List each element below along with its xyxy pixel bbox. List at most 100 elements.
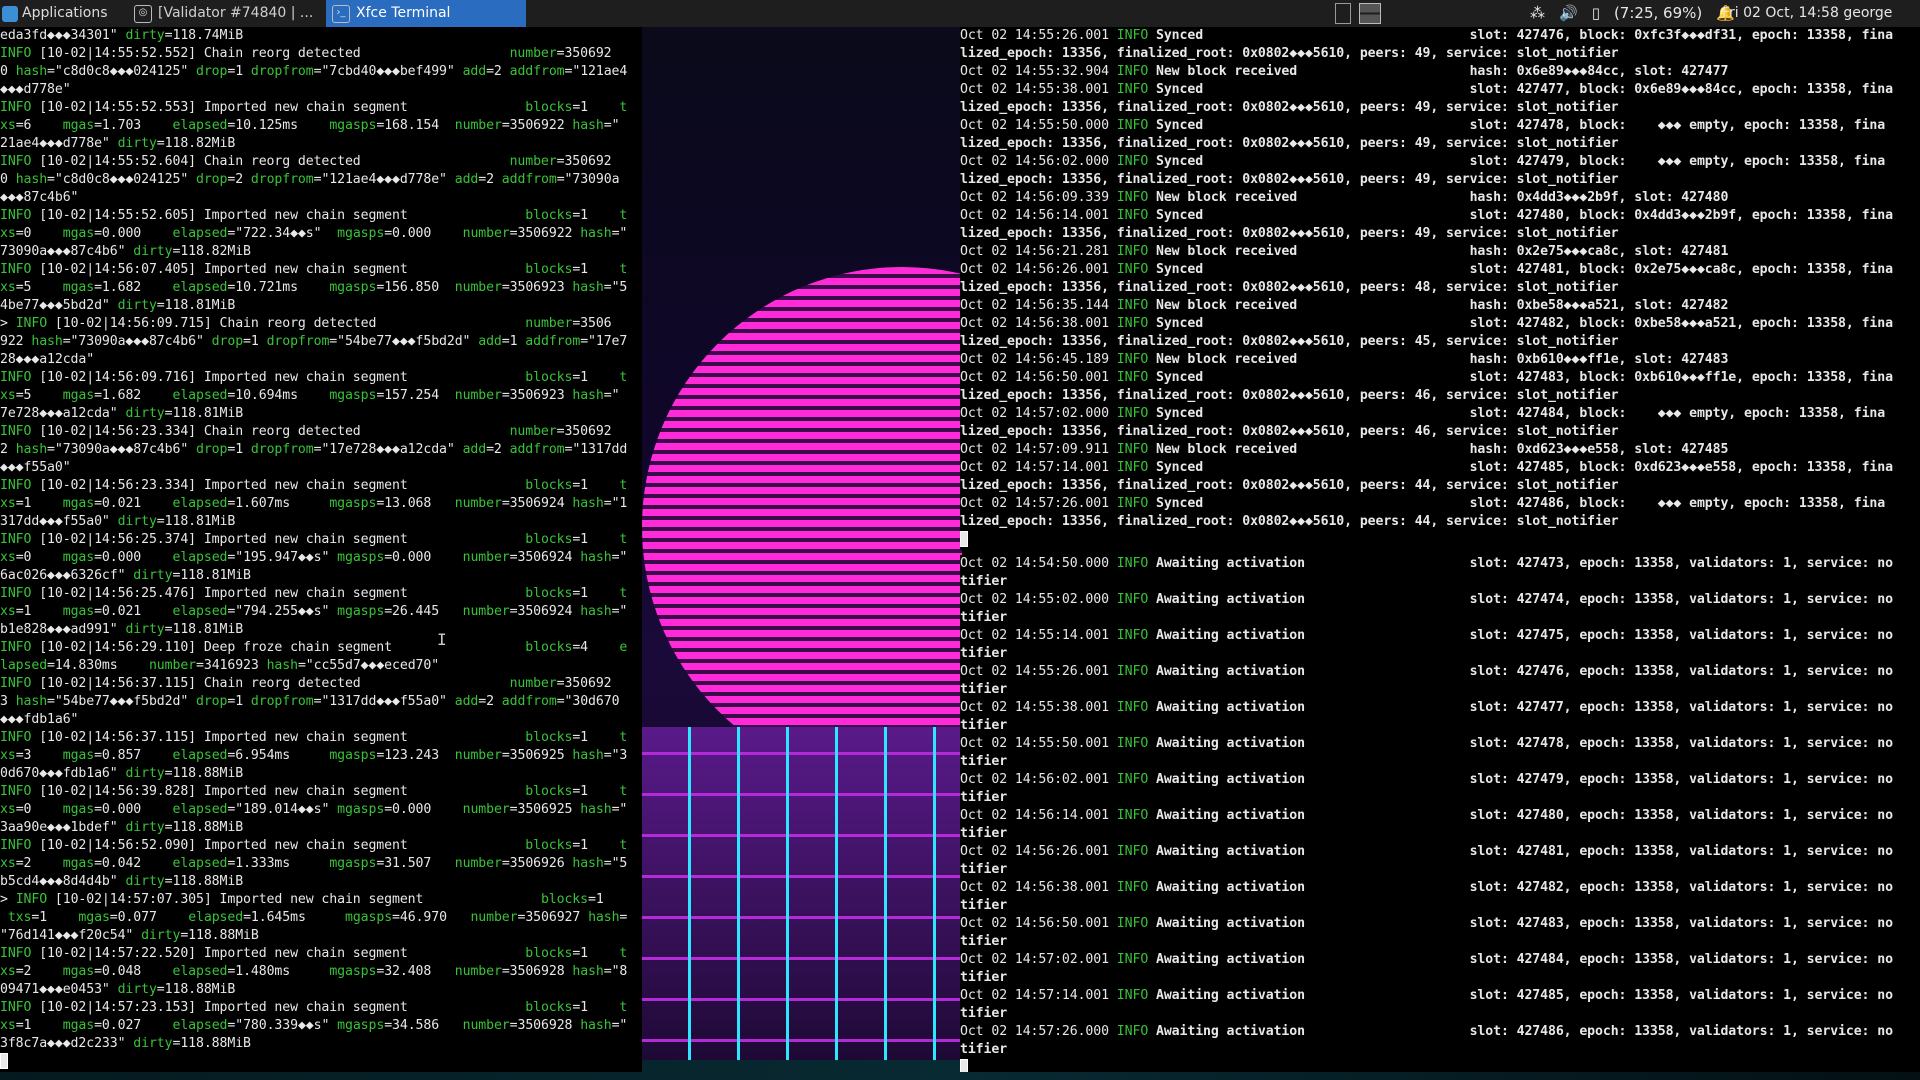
log-line: Oct 02 14:57:14.001 INFO Awaiting activa… — [960, 987, 1920, 1005]
log-line: Oct 02 14:57:02.000 INFO Synced slot: 42… — [960, 405, 1920, 423]
log-text: blocks — [525, 478, 573, 493]
log-text: number — [454, 118, 502, 133]
log-text: slot: 427476, epoch: 13358, validators: … — [1304, 664, 1893, 679]
log-text: 73090a◆◆◆87c4b6" — [0, 244, 134, 259]
log-text: Synced — [1156, 154, 1204, 169]
log-text: =2 — [227, 172, 251, 187]
log-text: drop — [196, 64, 228, 79]
log-text: ="17e728◆◆◆a12cda" — [313, 442, 463, 457]
prompt-line[interactable] — [960, 531, 1920, 549]
log-text: dropfrom — [250, 442, 314, 457]
log-text: number — [462, 802, 510, 817]
applications-menu[interactable]: Applications — [2, 0, 108, 27]
volume-icon[interactable]: 🔊 — [1559, 0, 1578, 27]
log-text: Oct 02 14:56:50.001 — [960, 916, 1117, 931]
log-line: 922 hash="73090a◆◆◆87c4b6" drop=1 dropfr… — [0, 333, 642, 351]
log-line: tifier — [960, 1005, 1920, 1023]
taskbar-item-terminal[interactable]: ›_ Xfce Terminal — [326, 0, 526, 27]
log-text: slot: 427477, epoch: 13358, validators: … — [1304, 700, 1893, 715]
battery-icon[interactable]: ▯ — [1592, 0, 1600, 27]
log-text: ="722.34◆◆s" — [227, 226, 338, 241]
log-text: =156.850 — [376, 280, 455, 295]
log-text: =118.81MiB — [172, 568, 251, 583]
taskbar-item-validator[interactable]: ◎ [Validator #74840 | ... — [128, 0, 324, 27]
log-text: hash — [580, 550, 612, 565]
log-text: INFO — [1116, 1024, 1156, 1039]
log-text: addfrom — [509, 64, 565, 79]
workspace-1[interactable] — [1335, 3, 1351, 24]
log-text: =1 — [227, 64, 251, 79]
terminal-pane-beacon[interactable]: Oct 02 14:55:26.001 INFO Synced slot: 42… — [960, 27, 1920, 550]
log-text: INFO — [0, 784, 40, 799]
user-name[interactable]: george — [1843, 5, 1892, 21]
prompt-line[interactable] — [0, 1053, 642, 1071]
log-text: hash: 0x4dd3◆◆◆2b9f, slot: 427480 — [1297, 190, 1729, 205]
log-line: tifier — [960, 825, 1920, 843]
log-text: dirty — [117, 982, 157, 997]
log-text: 4be77◆◆◆5bd2d" — [0, 298, 118, 313]
log-line: INFO [10-02|14:56:25.476] Imported new c… — [0, 585, 642, 603]
log-text: t — [619, 586, 628, 601]
clock[interactable]: Fri 02 Oct, 14:58 george — [1722, 0, 1892, 27]
log-text: New block received — [1156, 442, 1298, 457]
log-text: INFO — [1116, 460, 1156, 475]
log-text: =1 — [572, 208, 620, 223]
log-line: 317dd◆◆◆f55a0" dirty=118.81MiB — [0, 513, 642, 531]
terminal-pane-geth[interactable]: eda3fd◆◆◆34301" dirty=118.74MiB INFO [10-… — [0, 27, 642, 1072]
log-text: INFO — [0, 424, 40, 439]
log-text: dirty — [125, 766, 165, 781]
log-text: =6 — [15, 118, 63, 133]
log-text: add — [478, 334, 502, 349]
log-text: t — [619, 208, 628, 223]
log-text: [10-02|14:57:23.153] Imported new chain … — [39, 1000, 526, 1015]
log-text: Awaiting activation — [1156, 664, 1305, 679]
network-icon[interactable]: ⁂ — [1530, 0, 1545, 27]
log-line: INFO [10-02|14:55:52.552] Chain reorg de… — [0, 45, 642, 63]
log-text: Synced — [1156, 262, 1204, 277]
log-line: 0 hash="c8d0c8◆◆◆024125" drop=1 dropfrom… — [0, 63, 642, 81]
log-text: INFO — [1116, 82, 1156, 97]
log-text: 317dd◆◆◆f55a0" — [0, 514, 118, 529]
synthwave-sun — [642, 267, 962, 787]
log-line: Oct 02 14:56:50.001 INFO Awaiting activa… — [960, 915, 1920, 933]
log-line: lized_epoch: 13356, finalized_root: 0x08… — [960, 99, 1920, 117]
log-line: 3f8c7a◆◆◆d2c233" dirty=118.88MiB — [0, 1035, 642, 1053]
log-text: [10-02|14:55:52.605] Imported new chain … — [39, 208, 526, 223]
log-text: slot: 427485, block: 0xd623◆◆◆e558, epoc… — [1203, 460, 1893, 475]
log-line: INFO [10-02|14:56:07.405] Imported new c… — [0, 261, 642, 279]
log-text: =1 — [31, 910, 79, 925]
log-text: =0.042 — [94, 856, 173, 871]
log-text: mgas — [62, 964, 95, 979]
log-text: INFO — [1116, 496, 1156, 511]
log-text: Oct 02 14:56:38.001 — [960, 316, 1117, 331]
log-line: Oct 02 14:54:50.000 INFO Awaiting activa… — [960, 555, 1920, 573]
log-text: [10-02|14:56:23.334] Chain reorg detecte… — [39, 424, 510, 439]
log-line: Oct 02 14:55:50.001 INFO Awaiting activa… — [960, 735, 1920, 753]
log-text: t — [619, 1000, 628, 1015]
log-text: tifier — [960, 574, 1008, 589]
log-text: mgas — [62, 550, 95, 565]
log-text: =3506924 — [509, 550, 581, 565]
log-text: INFO — [0, 262, 40, 277]
log-text: mgasps — [337, 550, 385, 565]
log-text: tifier — [960, 610, 1008, 625]
log-text: INFO — [1116, 190, 1156, 205]
log-text: > — [0, 316, 16, 331]
log-text: blocks — [525, 262, 573, 277]
log-text: =1.607ms — [227, 496, 330, 511]
log-text: blocks — [525, 640, 573, 655]
log-text: mgasps — [329, 496, 377, 511]
log-line: xs=5 mgas=1.682 elapsed=10.721ms mgasps=… — [0, 279, 642, 297]
log-text: dirty — [117, 514, 157, 529]
log-text: 09471◆◆◆e0453" — [0, 982, 118, 997]
log-text: INFO — [0, 46, 40, 61]
log-text: 3 — [0, 694, 16, 709]
workspace-2[interactable] — [1359, 3, 1381, 24]
log-text: Oct 02 14:57:02.000 — [960, 406, 1117, 421]
log-text: dropfrom — [250, 172, 314, 187]
prompt-line[interactable] — [960, 1059, 1920, 1072]
log-line: ◆◆◆fdb1a6" — [0, 711, 642, 729]
terminal-pane-validator[interactable]: Oct 02 14:54:50.000 INFO Awaiting activa… — [960, 555, 1920, 1072]
log-text: 6ac026◆◆◆6326cf" — [0, 568, 134, 583]
log-text: =1 — [15, 1018, 63, 1033]
